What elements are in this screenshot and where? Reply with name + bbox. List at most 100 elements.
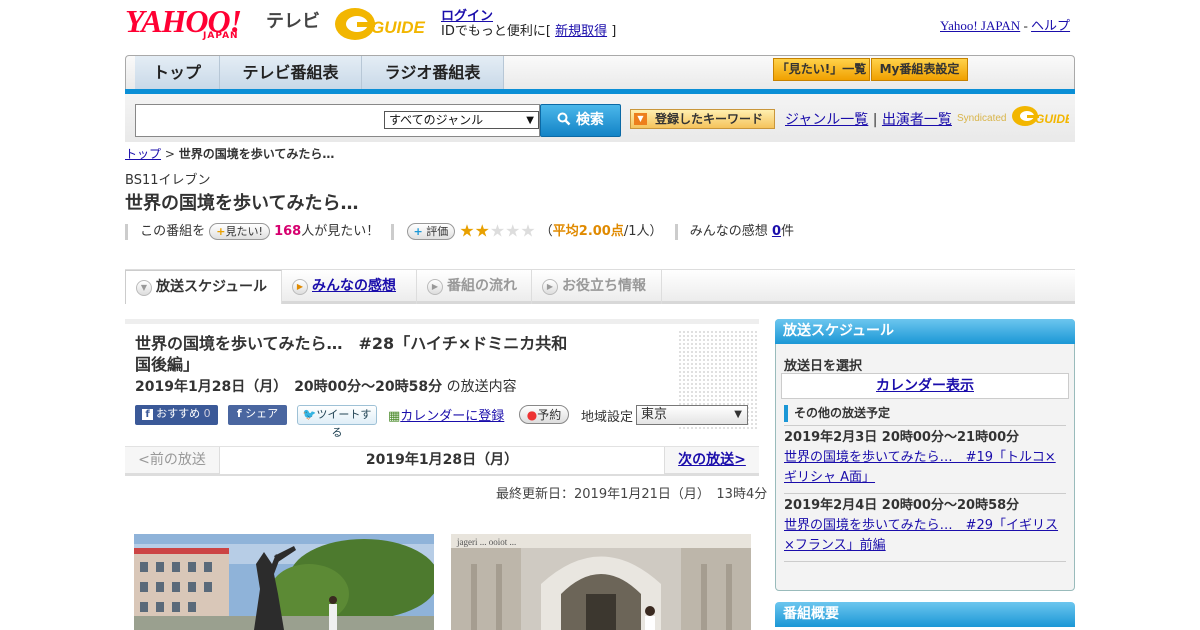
next-broadcast-link[interactable]: 次の放送> <box>664 447 759 474</box>
rating-button-label: 評価 <box>426 225 449 238</box>
want-list-button[interactable]: 「見たい!」一覧 <box>773 58 870 81</box>
signup-prefix: IDでもっと便利に[ <box>441 24 551 39</box>
star-empty-icon: ★ <box>505 221 521 242</box>
chevron-down-icon: ▼ <box>136 280 152 296</box>
tab-label: お役立ち情報 <box>562 278 646 294</box>
program-stats: この番組を +見たい! 168人が見たい！ + 評価 ★★★★★ （平均2.00… <box>125 220 795 242</box>
gguide-logo-text: GUIDE <box>371 18 426 37</box>
select-date-label: 放送日を選択 <box>784 359 863 374</box>
facebook-share-button[interactable]: f シェア <box>228 405 287 425</box>
signup-suffix: ] <box>611 24 617 39</box>
schedule-item-link[interactable]: 世界の国境を歩いてみたら… #29「イギリス×フランス」前編 <box>784 518 1058 553</box>
rating-stars: ★★★★★ <box>459 222 535 242</box>
nav-tab-top[interactable]: トップ <box>135 56 220 89</box>
help-link[interactable]: ヘルプ <box>1031 18 1070 33</box>
registered-keywords-button[interactable]: ▼ 登録したキーワード <box>630 109 775 129</box>
star-empty-icon: ★ <box>489 221 506 242</box>
current-broadcast-date: 2019年1月28日（月） <box>220 447 664 474</box>
schedule-item-time: 2019年2月4日 20時00分～20時58分 <box>784 498 1020 513</box>
region-label: 地域設定 <box>581 410 634 425</box>
search-icon <box>557 112 576 128</box>
schedule-item: 2019年2月4日 20時00分～20時58分 世界の国境を歩いてみたら… #2… <box>784 496 1066 556</box>
calendar-register-link[interactable]: カレンダーに登録 <box>400 409 504 424</box>
nav-tab-tv-schedule[interactable]: テレビ番組表 <box>220 56 362 89</box>
channel-name: BS11イレブン <box>125 173 211 188</box>
program-tabs: ▼ 放送スケジュール ▶ みんなの感想 ▶ 番組の流れ ▶ お役立ち情報 <box>125 270 1075 304</box>
signup-link[interactable]: 新規取得 <box>555 24 607 39</box>
dropdown-triangle-icon: ▼ <box>634 113 647 125</box>
twitter-bird-icon: 🐦 <box>302 408 317 421</box>
want-count: 168 <box>274 224 302 239</box>
yahoo-japan-link[interactable]: Yahoo! JAPAN <box>940 18 1020 33</box>
plus-icon: + <box>413 225 423 238</box>
tab-label: 番組の流れ <box>447 278 517 294</box>
facebook-recommend-label: おすすめ <box>156 407 201 420</box>
photo-inscription: jageri ... ooiot ... <box>456 537 516 547</box>
facebook-icon: f <box>236 407 242 420</box>
star-filled-icon: ★ <box>459 221 475 242</box>
schedule-item-time: 2019年2月3日 20時00分～21時00分 <box>784 430 1020 445</box>
genre-select[interactable]: すべてのジャンル ▼ <box>384 111 539 129</box>
calendar-display-button[interactable]: カレンダー表示 <box>781 373 1069 399</box>
tab-label: 放送スケジュール <box>156 279 268 295</box>
search-button[interactable]: 検索 <box>540 104 621 137</box>
tweet-button[interactable]: 🐦ツイートする <box>297 405 377 439</box>
performer-list-link[interactable]: 出演者一覧 <box>882 112 952 128</box>
breadcrumb-top-link[interactable]: トップ <box>125 147 161 161</box>
facebook-recommend-button[interactable]: f おすすめ 0 <box>135 405 218 425</box>
impressions-count-link[interactable]: 0 <box>772 224 781 239</box>
breadcrumb: トップ > 世界の国境を歩いてみたら… <box>125 145 334 162</box>
episode-datetime: 2019年1月28日（月） 20時00分～20時58分 の放送内容 <box>135 376 517 396</box>
tab-label: みんなの感想 <box>312 278 396 294</box>
gguide-logo[interactable]: GUIDE <box>333 6 433 42</box>
facebook-recommend-count: 0 <box>203 407 211 420</box>
genre-select-value: すべてのジャンル <box>389 113 484 127</box>
syndicated-gguide-logo: Syndicated GUIDE <box>957 104 1074 128</box>
tab-impressions[interactable]: ▶ みんなの感想 <box>282 270 417 304</box>
search-links: ジャンル一覧 | 出演者一覧 <box>785 109 952 129</box>
calendar-register[interactable]: ▦カレンダーに登録 <box>388 405 504 424</box>
chevron-right-icon: ▶ <box>542 279 558 295</box>
yahoo-logo-japan: JAPAN <box>203 31 239 41</box>
overview-sidebar-header: 番組概要 <box>775 602 1075 627</box>
last-updated: 最終更新日：2019年1月21日（月） 13時4分 <box>496 487 768 502</box>
tab-broadcast-schedule[interactable]: ▼ 放送スケジュール <box>125 270 282 304</box>
facebook-icon: f <box>142 409 153 420</box>
episode-datetime-suffix: の放送内容 <box>446 379 517 395</box>
impressions-unit: 件 <box>781 224 795 239</box>
registered-keywords-label: 登録したキーワード <box>655 112 764 126</box>
top-links-dash: - <box>1023 18 1028 33</box>
search-button-label: 検索 <box>575 112 604 128</box>
yahoo-japan-logo[interactable]: YAHOO! JAPAN <box>125 5 265 42</box>
other-schedule-heading: その他の放送予定 <box>784 405 1066 422</box>
schedule-sidebar-header: 放送スケジュール <box>775 319 1075 344</box>
facebook-share-label: シェア <box>245 407 279 420</box>
plus-icon: + <box>216 225 226 238</box>
nav-tab-radio-schedule[interactable]: ラジオ番組表 <box>362 56 504 89</box>
breadcrumb-current: 世界の国境を歩いてみたら… <box>178 147 335 161</box>
broadcast-pager: <前の放送 2019年1月28日（月） 次の放送> <box>125 446 759 476</box>
rating-people: /1人） <box>623 224 663 239</box>
region-select-value: 東京 <box>641 407 668 422</box>
schedule-item-link[interactable]: 世界の国境を歩いてみたら… #19「トルコ×ギリシャ A面」 <box>784 450 1056 485</box>
syndicated-text: Syndicated <box>957 113 1006 124</box>
page-title: 世界の国境を歩いてみたら… <box>125 193 359 214</box>
rating-button[interactable]: + 評価 <box>406 223 456 240</box>
search-links-separator: | <box>872 112 878 128</box>
episode-photo-1 <box>134 534 434 630</box>
chevron-down-icon: ▼ <box>734 409 742 420</box>
calendar-add-icon: ▦ <box>388 409 401 424</box>
reserve-button[interactable]: ●予約 <box>519 405 569 424</box>
breadcrumb-separator: > <box>164 147 175 161</box>
want-button-label: 見たい! <box>225 225 263 238</box>
record-dot-icon: ● <box>526 408 538 422</box>
episode-datetime-value: 2019年1月28日（月） 20時00分～20時58分 <box>135 379 443 395</box>
my-schedule-button[interactable]: My番組表設定 <box>871 58 968 81</box>
main-nav: トップ テレビ番組表 ラジオ番組表 「見たい!」一覧 My番組表設定 <box>125 55 1075 93</box>
genre-list-link[interactable]: ジャンル一覧 <box>785 112 868 128</box>
want-button[interactable]: +見たい! <box>209 223 270 240</box>
divider <box>784 561 1066 562</box>
star-empty-icon: ★ <box>520 221 536 242</box>
region-select[interactable]: 東京 ▼ <box>636 405 748 425</box>
divider <box>784 425 1066 426</box>
